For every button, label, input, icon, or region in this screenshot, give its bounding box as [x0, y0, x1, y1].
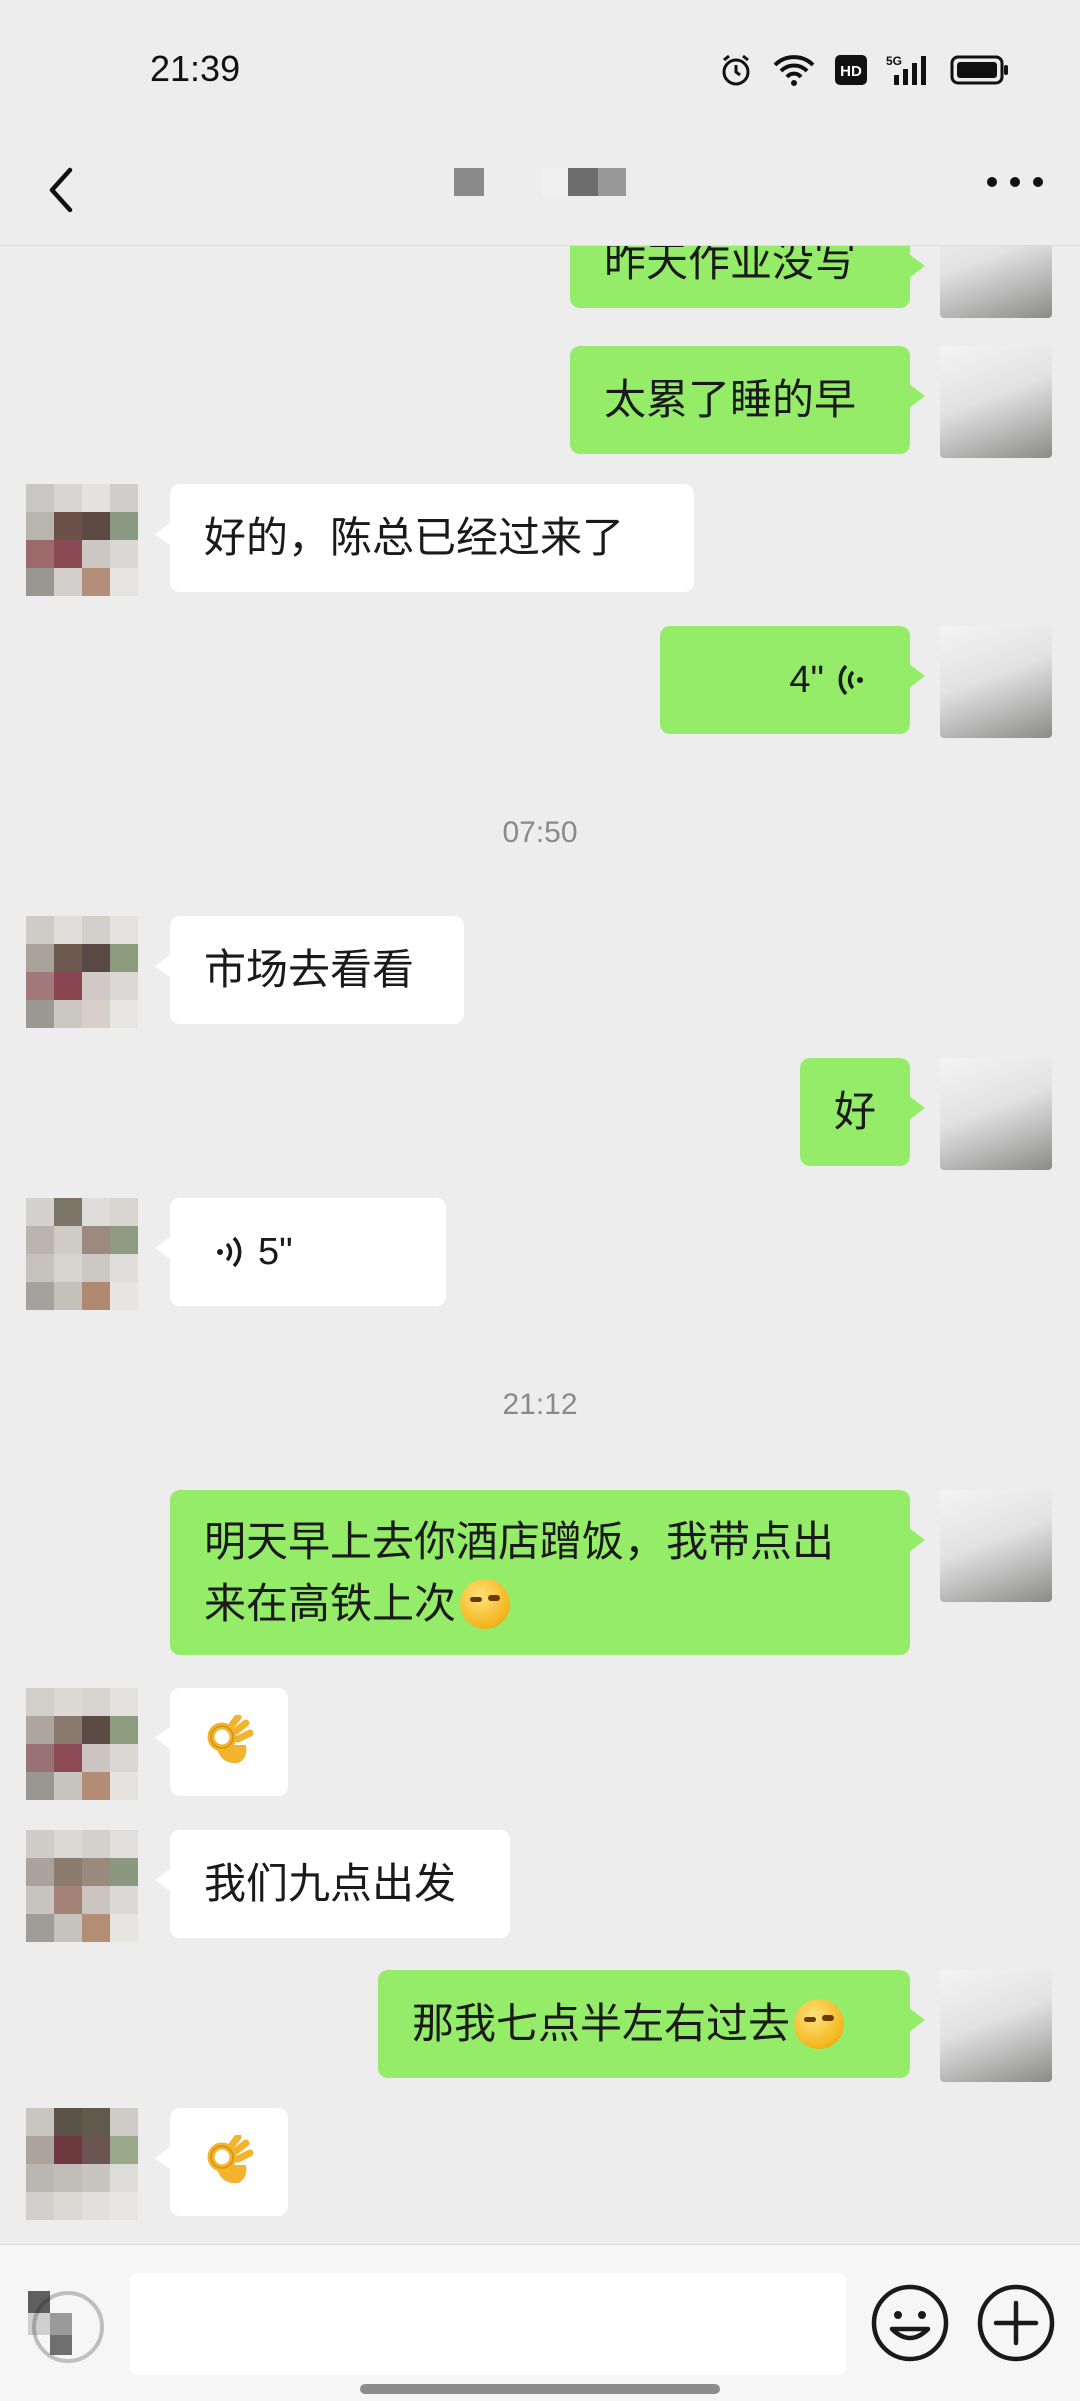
voice-message-sent[interactable]: 4" — [660, 626, 925, 734]
contact-avatar[interactable] — [26, 2108, 138, 2220]
voice-duration: 5" — [258, 1231, 293, 1273]
message-row: 昨天作业没写 — [0, 246, 1080, 326]
message-bubble-sent[interactable]: 太累了睡的早 — [570, 346, 925, 454]
thinking-face-emoji — [460, 1578, 511, 1629]
self-avatar[interactable] — [940, 1058, 1052, 1170]
hd-icon: HD — [834, 54, 868, 90]
status-time: 21:39 — [150, 48, 241, 89]
message-row: 明天早上去你酒店蹭饭，我带点出 来在高铁上次 — [0, 1490, 1080, 1660]
voice-toggle-button[interactable] — [24, 2287, 112, 2367]
message-text: 我们九点出发 — [204, 1859, 457, 1908]
message-text-line-2-wrap: 来在高铁上次 — [204, 1573, 511, 1635]
message-row: 市场去看看 — [0, 916, 1080, 1028]
chat-title-redacted-2 — [541, 168, 568, 196]
back-button[interactable] — [38, 152, 86, 227]
ok-hand-emoji — [207, 2135, 254, 2184]
nav-bar — [0, 140, 1080, 246]
more-button[interactable] — [980, 162, 1050, 202]
voice-duration: 4" — [789, 659, 824, 701]
self-avatar[interactable] — [940, 626, 1052, 738]
message-bubble-received[interactable]: 市场去看看 — [155, 916, 464, 1024]
contact-avatar[interactable] — [26, 484, 138, 596]
message-text-line-2: 来在高铁上次 — [204, 1578, 457, 1628]
message-text-line-1: 明天早上去你酒店蹭饭，我带点出 — [204, 1516, 835, 1566]
chevron-left-icon — [49, 167, 73, 213]
alarm-icon — [718, 52, 754, 92]
emoji-message-received[interactable] — [155, 1688, 288, 1796]
more-functions-button[interactable] — [974, 2281, 1058, 2365]
chat-title-redacted-1 — [454, 168, 484, 196]
message-text: 昨天作业没写 — [604, 246, 857, 286]
message-row: 我们九点出发 — [0, 1830, 1080, 1942]
message-input[interactable] — [130, 2273, 846, 2375]
contact-avatar[interactable] — [26, 1830, 138, 1942]
thinking-face-emoji — [794, 1999, 845, 2049]
self-avatar[interactable] — [940, 1970, 1052, 2082]
emoji-button[interactable] — [868, 2281, 952, 2365]
chat-title-redacted-3 — [568, 168, 598, 196]
message-row: 好 — [0, 1058, 1080, 1170]
more-dots-icon — [987, 177, 1043, 187]
message-text: 太累了睡的早 — [604, 375, 857, 424]
voice-wave-icon — [838, 664, 863, 696]
wifi-icon — [772, 53, 816, 91]
self-avatar[interactable] — [940, 346, 1052, 458]
voice-toggle-icon — [28, 2291, 104, 2363]
message-row: 好的，陈总已经过来了 — [0, 484, 1080, 596]
svg-text:5G: 5G — [886, 54, 902, 68]
message-bubble-sent[interactable]: 明天早上去你酒店蹭饭，我带点出 来在高铁上次 — [170, 1490, 925, 1655]
input-bar — [0, 2244, 1080, 2401]
status-bar: 21:39 HD 5G — [0, 0, 1080, 140]
status-icons: HD 5G — [718, 52, 1010, 92]
message-row: 5" — [0, 1198, 1080, 1310]
plus-icon — [977, 2284, 1055, 2362]
message-text: 市场去看看 — [204, 945, 415, 994]
message-row: 太累了睡的早 — [0, 346, 1080, 458]
svg-text:HD: HD — [840, 63, 862, 80]
message-text: 好 — [833, 1087, 876, 1136]
message-row: 4" — [0, 626, 1080, 738]
ok-hand-emoji — [207, 1715, 254, 1764]
message-row — [0, 2108, 1080, 2220]
chat-title-redacted-4 — [598, 168, 626, 196]
self-avatar[interactable] — [940, 1490, 1052, 1602]
voice-message-received[interactable]: 5" — [155, 1198, 446, 1306]
message-bubble-received[interactable]: 好的，陈总已经过来了 — [155, 484, 694, 592]
emoji-message-received[interactable] — [155, 2108, 288, 2216]
message-bubble-sent[interactable]: 好 — [800, 1058, 925, 1166]
self-avatar[interactable] — [940, 246, 1052, 318]
message-text: 好的，陈总已经过来了 — [204, 513, 625, 562]
contact-avatar[interactable] — [26, 1688, 138, 1800]
message-bubble-received[interactable]: 我们九点出发 — [155, 1830, 510, 1938]
signal-5g-icon: 5G — [886, 53, 932, 91]
voice-wave-icon — [217, 1236, 242, 1268]
message-bubble-sent[interactable]: 昨天作业没写 — [570, 246, 925, 308]
chat-messages[interactable]: 昨天作业没写 太累了睡的早 好的，陈总已经过来了 4" 07:50 市场去看看 … — [0, 246, 1080, 2244]
message-bubble-sent[interactable]: 那我七点半左右过去 — [378, 1970, 925, 2078]
timestamp: 07:50 — [502, 816, 578, 849]
timestamp: 21:12 — [502, 1388, 578, 1421]
home-indicator[interactable] — [360, 2384, 720, 2394]
contact-avatar[interactable] — [26, 1198, 138, 1310]
emoji-icon — [871, 2284, 949, 2362]
battery-icon — [950, 55, 1010, 89]
message-row — [0, 1688, 1080, 1800]
contact-avatar[interactable] — [26, 916, 138, 1028]
message-row: 那我七点半左右过去 — [0, 1970, 1080, 2082]
message-text: 那我七点半左右过去 — [412, 1999, 791, 2048]
